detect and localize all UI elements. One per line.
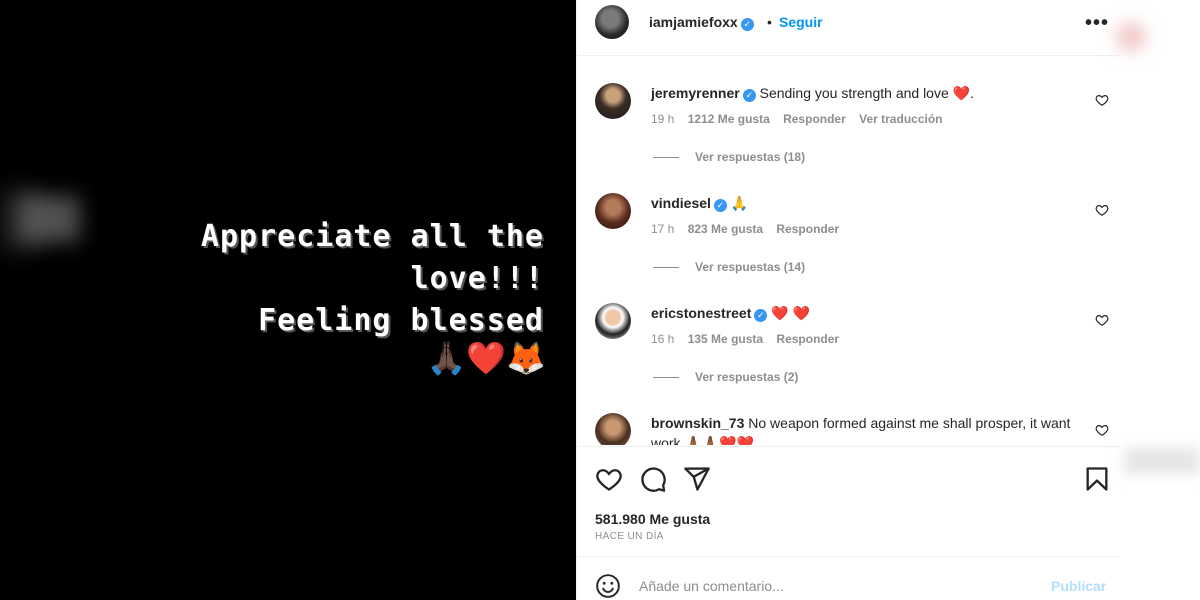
comment-suffix: . xyxy=(970,85,974,101)
post-media[interactable]: Appreciate all the love!!! Feeling bless… xyxy=(0,0,576,600)
view-replies-label[interactable]: Ver respuestas (14) xyxy=(695,260,805,274)
view-replies[interactable]: Ver respuestas (18) xyxy=(653,150,805,164)
like-comment-icon[interactable] xyxy=(1095,203,1109,217)
bookmark-icon[interactable] xyxy=(1083,465,1111,493)
reply-button[interactable]: Responder xyxy=(783,112,846,126)
post-actions: 581.980 Me gusta HACE UN DÍA xyxy=(577,446,1121,556)
verified-badge-icon: ✓ xyxy=(754,309,768,322)
heart-emoji: ❤️ ❤️ xyxy=(771,305,811,321)
replies-divider xyxy=(653,157,679,159)
commenter-username[interactable]: vindiesel xyxy=(651,195,711,211)
view-replies[interactable]: Ver respuestas (2) xyxy=(653,370,798,384)
replies-divider xyxy=(653,267,679,269)
add-comment-bar: Añade un comentario... Publicar xyxy=(577,556,1121,600)
likes-count[interactable]: 581.980 Me gusta xyxy=(595,511,710,527)
comment-item: jeremyrenner ✓ Sending you strength and l… xyxy=(577,83,1121,193)
comment-likes[interactable]: 823 Me gusta xyxy=(688,222,763,236)
author-avatar[interactable] xyxy=(595,5,629,39)
verified-badge-icon: ✓ xyxy=(742,89,756,102)
verified-badge-icon: ✓ xyxy=(713,199,727,212)
like-comment-icon[interactable] xyxy=(1095,313,1109,327)
view-replies-label[interactable]: Ver respuestas (2) xyxy=(695,370,798,384)
commenter-username[interactable]: jeremyrenner xyxy=(651,85,740,101)
comment-body: jeremyrenner ✓ Sending you strength and l… xyxy=(651,83,1081,103)
commenter-avatar[interactable] xyxy=(595,413,631,445)
comment-item: vindiesel ✓ 🙏 17 h 823 Me gusta Responder… xyxy=(577,193,1121,303)
smiley-icon[interactable] xyxy=(595,573,621,599)
comments-list[interactable]: jeremyrenner ✓ Sending you strength and l… xyxy=(577,57,1121,445)
comment-text: Sending you strength and love xyxy=(759,85,949,101)
comment-meta: 17 h 823 Me gusta Responder xyxy=(651,222,849,236)
blurred-background-patch xyxy=(1124,448,1200,474)
view-replies[interactable]: Ver respuestas (14) xyxy=(653,260,805,274)
comment-item: brownskin_73 No weapon formed against me… xyxy=(577,413,1121,445)
comment-meta: 19 h 1212 Me gusta Responder Ver traducc… xyxy=(651,112,953,126)
story-text: Appreciate all the love!!! Feeling bless… xyxy=(200,219,544,338)
view-replies-label[interactable]: Ver respuestas (18) xyxy=(695,150,805,164)
heart-emoji: ❤️ xyxy=(952,85,971,101)
heart-outline-icon[interactable] xyxy=(595,465,623,493)
commenter-avatar[interactable] xyxy=(595,83,631,119)
like-comment-icon[interactable] xyxy=(1095,423,1109,437)
commenter-username[interactable]: ericstonestreet xyxy=(651,305,751,321)
comment-likes[interactable]: 1212 Me gusta xyxy=(688,112,770,126)
comment-item: ericstonestreet ✓ ❤️ ❤️ 16 h 135 Me gusta… xyxy=(577,303,1121,413)
comment-body: vindiesel ✓ 🙏 xyxy=(651,193,1081,213)
more-options-icon[interactable]: ••• xyxy=(1085,12,1109,35)
author-username-text[interactable]: iamjamiefoxx xyxy=(649,14,738,30)
translate-button[interactable]: Ver traducción xyxy=(859,112,942,126)
comment-likes[interactable]: 135 Me gusta xyxy=(688,332,763,346)
post-time[interactable]: HACE UN DÍA xyxy=(595,531,664,542)
page-background-right xyxy=(1120,0,1200,600)
follow-button[interactable]: Seguir xyxy=(779,14,823,30)
commenter-avatar[interactable] xyxy=(595,303,631,339)
comment-body: ericstonestreet ✓ ❤️ ❤️ xyxy=(651,303,1081,323)
reply-button[interactable]: Responder xyxy=(776,332,839,346)
comment-meta: 16 h 135 Me gusta Responder xyxy=(651,332,849,346)
post-side-panel: iamjamiefoxx ✓ • Seguir ••• jeremyrenner ✓… xyxy=(576,0,1121,600)
post-header: iamjamiefoxx ✓ • Seguir ••• xyxy=(577,0,1121,56)
paper-plane-icon[interactable] xyxy=(683,465,711,493)
comment-time: 19 h xyxy=(651,112,675,126)
verified-badge-icon: ✓ xyxy=(740,18,754,31)
commenter-username[interactable]: brownskin_73 xyxy=(651,415,744,431)
comment-time: 16 h xyxy=(651,332,675,346)
pray-emoji: 🙏 xyxy=(730,195,749,211)
comment-input[interactable]: Añade un comentario... xyxy=(639,578,784,594)
like-comment-icon[interactable] xyxy=(1095,93,1109,107)
comment-time: 17 h xyxy=(651,222,675,236)
comment-body: brownskin_73 No weapon formed against me… xyxy=(651,413,1081,445)
comment-bubble-icon[interactable] xyxy=(639,465,667,493)
story-emoji: 🙏🏿❤️🦊 xyxy=(426,339,546,377)
separator-dot: • xyxy=(767,14,772,30)
publish-button[interactable]: Publicar xyxy=(1051,578,1106,594)
blurred-background-patch xyxy=(1116,22,1146,52)
replies-divider xyxy=(653,377,679,379)
author-username[interactable]: iamjamiefoxx ✓ xyxy=(649,14,754,31)
comment-emoji: 🙏🏾🙏🏾❤️❤️ xyxy=(684,435,755,445)
reply-button[interactable]: Responder xyxy=(776,222,839,236)
commenter-avatar[interactable] xyxy=(595,193,631,229)
